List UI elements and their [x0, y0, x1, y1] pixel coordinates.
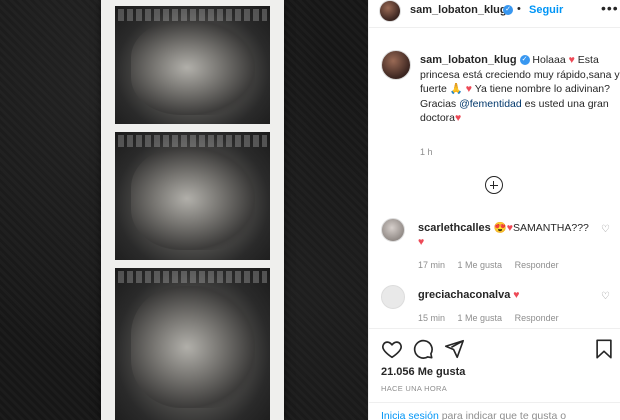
caption-line-3-prefix: Gracias [420, 97, 457, 110]
comment-meta: 15 min 1 Me gusta Responder [418, 313, 569, 323]
post-timestamp: HACE UNA HORA [381, 384, 447, 393]
share-icon[interactable] [443, 338, 465, 360]
comment-username[interactable]: greciachaconalva [418, 289, 510, 301]
caption-greeting: Holaaa [532, 54, 566, 66]
ultrasound-frame-2 [115, 132, 270, 260]
login-prompt-rest: para indicar que te gusta o [441, 410, 567, 420]
plus-circle-icon[interactable] [485, 176, 503, 194]
comment-avatar[interactable] [381, 285, 405, 309]
mention-link[interactable]: @fementidad [459, 98, 522, 110]
heart-emoji-icon: ♥ [568, 54, 575, 66]
heart-emoji-icon: ♥ [418, 236, 425, 248]
praying-hands-emoji-icon: 🙏 [449, 83, 463, 95]
login-prompt: Inicia sesión para indicar que te gusta … [369, 402, 620, 420]
comment-time: 17 min [418, 260, 446, 270]
caption-text: sam_lobaton_klug ✓ Holaaa ♥ Esta princes… [420, 53, 620, 126]
comment-avatar[interactable] [381, 218, 405, 242]
bookmark-icon[interactable] [593, 338, 615, 360]
ultrasound-strip [101, 0, 284, 420]
likes-count[interactable]: 21.056 Me gusta [381, 366, 465, 378]
comment-time: 15 min [418, 313, 446, 323]
caption-avatar[interactable] [381, 50, 411, 80]
heart-emoji-icon: ♥ [465, 83, 473, 95]
comment-like-heart-icon[interactable]: ♡ [601, 291, 610, 302]
comment-text: scarlethcalles 😍♥SAMANTHA??? ♥ [418, 221, 598, 249]
ultrasound-frame-1 [115, 6, 270, 124]
heart-emoji-icon: ♥ [513, 289, 520, 301]
more-options-icon[interactable]: ••• [601, 0, 619, 16]
reply-button[interactable]: Responder [515, 313, 559, 323]
caption-line-2: Ya tiene nombre lo adivinan? [474, 83, 610, 95]
comment-text: greciachaconalva ♥ [418, 288, 598, 302]
login-link[interactable]: Inicia sesión [381, 410, 439, 420]
post-image[interactable] [0, 0, 368, 420]
login-prompt-text: Inicia sesión para indicar que te gusta … [381, 410, 566, 420]
verified-badge-icon: ✓ [503, 5, 513, 15]
avatar[interactable] [379, 0, 401, 22]
comment-likes[interactable]: 1 Me gusta [458, 313, 503, 323]
action-bar [369, 328, 620, 368]
reply-button[interactable]: Responder [515, 260, 559, 270]
comment-icon[interactable] [412, 338, 434, 360]
comment-likes[interactable]: 1 Me gusta [458, 260, 503, 270]
caption-username[interactable]: sam_lobaton_klug [420, 54, 517, 66]
comment-like-heart-icon[interactable]: ♡ [601, 224, 610, 235]
header-username[interactable]: sam_lobaton_klug [410, 4, 507, 16]
post-header: sam_lobaton_klug ✓ • Seguir ••• [369, 0, 620, 28]
ultrasound-frame-3 [115, 268, 270, 420]
verified-badge-icon: ✓ [519, 55, 530, 66]
heart-eyes-emoji-icon: 😍 [493, 222, 507, 234]
heart-emoji-icon: ♥ [455, 112, 462, 124]
follow-button[interactable]: Seguir [529, 4, 563, 16]
heart-icon[interactable] [381, 338, 403, 360]
comment-meta: 17 min 1 Me gusta Responder [418, 260, 569, 270]
comment-body: SAMANTHA??? [513, 222, 589, 234]
comment-username[interactable]: scarlethcalles [418, 222, 491, 234]
separator-dot: • [517, 3, 521, 15]
caption-time: 1 h [420, 147, 433, 157]
post-panel: sam_lobaton_klug ✓ • Seguir ••• sam_loba… [368, 0, 620, 420]
